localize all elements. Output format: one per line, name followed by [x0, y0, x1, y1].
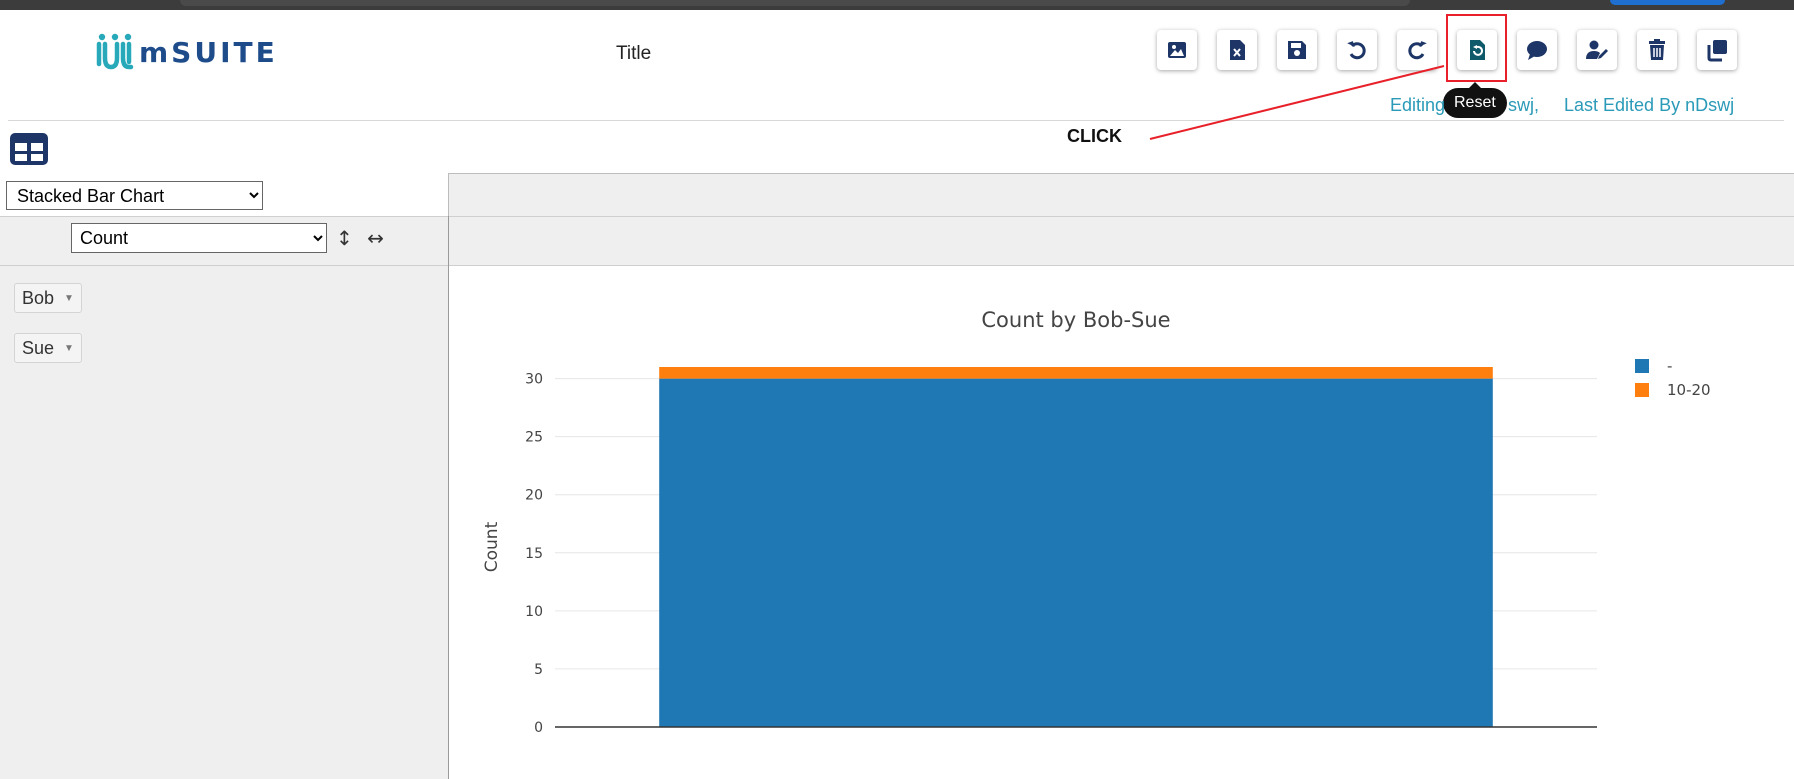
- sort-order-icons[interactable]: ↕ ↔: [336, 226, 388, 250]
- image-export-button[interactable]: [1157, 30, 1197, 70]
- save-button[interactable]: [1277, 30, 1317, 70]
- logo-mark-icon: [96, 33, 134, 70]
- excel-file-icon: [1230, 40, 1245, 60]
- attribute-bob[interactable]: Bob ▼: [14, 283, 82, 313]
- reset-highlight-box: [1446, 14, 1507, 82]
- y-tick-label: 15: [525, 546, 543, 562]
- legend-label: 10-20: [1667, 381, 1711, 399]
- chart-title: Count by Bob-Sue: [981, 308, 1170, 332]
- copy-icon: [1707, 40, 1727, 62]
- y-tick-label: 25: [525, 430, 543, 446]
- excel-export-button[interactable]: [1217, 30, 1257, 70]
- bar-segment: [659, 378, 1493, 727]
- chart-area: Count by Bob-Sue 0 5 10 15 20 25 30 Count - 10-20: [449, 267, 1794, 779]
- editing-label: Editing: [1390, 95, 1446, 115]
- attribute-label: Sue: [22, 337, 55, 358]
- comment-icon: [1527, 41, 1547, 60]
- header-divider: [8, 120, 1784, 121]
- editing-user: swj,: [1508, 95, 1539, 115]
- app-logo: mSUITE: [95, 30, 278, 74]
- edit-user-button[interactable]: [1577, 30, 1617, 70]
- logo-text: mSUITE: [139, 35, 278, 69]
- legend-swatch: [1635, 359, 1649, 373]
- y-tick-label: 0: [534, 720, 543, 736]
- attribute-sue[interactable]: Sue ▼: [14, 333, 82, 363]
- legend-swatch: [1635, 383, 1649, 397]
- browser-accent-bar: [1610, 0, 1725, 5]
- undo-icon: [1347, 41, 1366, 60]
- trash-icon: [1649, 39, 1665, 60]
- y-tick-label: 30: [525, 372, 543, 388]
- browser-tab-bar: [180, 0, 1410, 6]
- y-axis-label: Count: [482, 521, 502, 572]
- aggregator-select[interactable]: Count: [71, 223, 327, 253]
- delete-button[interactable]: [1637, 30, 1677, 70]
- floppy-disk-icon: [1288, 41, 1306, 59]
- redo-icon: [1408, 41, 1427, 60]
- redo-button[interactable]: [1397, 30, 1437, 70]
- caret-down-icon[interactable]: ▼: [64, 343, 74, 354]
- image-icon: [1168, 42, 1186, 58]
- user-edit-icon: [1586, 40, 1608, 59]
- browser-top-strip: [0, 0, 1794, 10]
- y-tick-label: 20: [525, 488, 543, 504]
- reset-tooltip: Reset: [1443, 82, 1507, 118]
- bar-segment: [659, 367, 1493, 379]
- comment-button[interactable]: [1517, 30, 1557, 70]
- copy-button[interactable]: [1697, 30, 1737, 70]
- undo-button[interactable]: [1337, 30, 1377, 70]
- attribute-label: Bob: [22, 287, 55, 308]
- click-annotation-label: CLICK: [1067, 126, 1122, 146]
- y-tick-label: 10: [525, 604, 543, 620]
- y-tick-label: 5: [534, 662, 543, 678]
- legend-label: -: [1667, 357, 1672, 375]
- last-edited-status: Last Edited By nDswj: [1564, 95, 1735, 115]
- column-attributes-area[interactable]: [448, 173, 1794, 217]
- document-title[interactable]: Title: [616, 43, 651, 65]
- table-icon[interactable]: [8, 131, 50, 167]
- chart-type-select[interactable]: Stacked Bar Chart: [6, 181, 263, 210]
- caret-down-icon[interactable]: ▼: [64, 293, 74, 304]
- stacked-bar-chart: Count by Bob-Sue 0 5 10 15 20 25 30 Count - 10-20: [482, 308, 1711, 736]
